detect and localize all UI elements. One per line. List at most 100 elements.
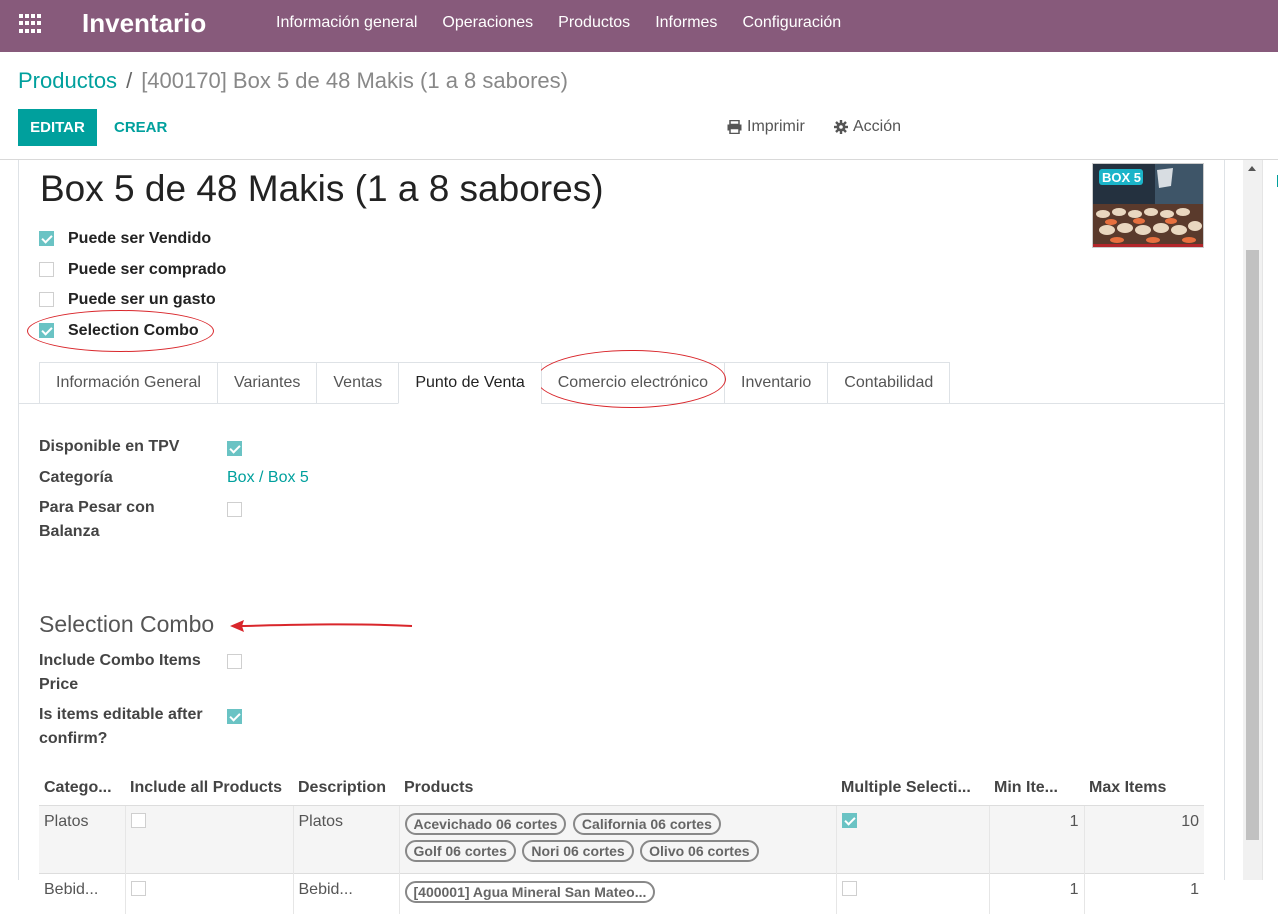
include-combo-price-label-line2: Price [39,676,79,693]
main-menu: Información general Operaciones Producto… [276,14,866,32]
items-editable-checkbox[interactable] [227,709,242,724]
product-image[interactable]: BOX 5 [1092,163,1204,248]
column-header-min-items[interactable]: Min Ite... [989,772,1084,806]
cell-description[interactable]: Platos [292,805,399,873]
cell-multiple-selection[interactable] [835,805,989,873]
create-button[interactable]: CREAR [103,109,178,146]
selection-combo-section-title: Selection Combo [39,611,215,637]
cell-include-all[interactable] [124,872,293,914]
menu-item-products[interactable]: Productos [558,14,630,32]
selection-combo-label: Selection Combo [68,321,199,339]
can-be-sold-label: Puede ser Vendido [68,229,212,247]
menu-item-reports[interactable]: Informes [655,14,717,32]
to-weigh-label-line2: Balanza [39,523,100,540]
product-tag[interactable]: California 06 cortes [572,812,721,835]
column-header-description[interactable]: Description [293,772,399,806]
can-be-expensed-checkbox[interactable] [39,292,54,307]
to-weigh-checkbox[interactable] [227,502,242,517]
chatter-panel-edge [1262,160,1278,880]
product-tag[interactable]: [400001] Agua Mineral San Mateo... [404,880,656,903]
tab-variants[interactable]: Variantes [216,362,317,404]
action-label: Acción [853,118,902,135]
product-tag[interactable]: Nori 06 cortes [522,839,634,862]
print-button[interactable]: Imprimir [727,118,805,136]
menu-item-general[interactable]: Información general [276,14,417,32]
breadcrumb-products-link[interactable]: Productos [18,68,117,94]
category-link[interactable]: Box / Box 5 [227,469,309,487]
cell-include-all[interactable] [124,805,293,873]
breadcrumb-current: [400170] Box 5 de 48 Makis (1 a 8 sabore… [141,68,568,93]
multiple-selection-checkbox[interactable] [841,812,857,828]
selection-combo-checkbox[interactable] [39,323,54,338]
category-label: Categoría [39,469,113,486]
tab-sales[interactable]: Ventas [316,362,399,404]
notebook-tabs: Información General Variantes Ventas Pun… [39,362,951,404]
scrollbar[interactable] [1243,160,1262,880]
tab-ecommerce[interactable]: Comercio electrónico [540,362,725,404]
top-navbar: Inventario Información general Operacion… [0,0,1278,52]
option-can-be-expensed: Puede ser un gasto [39,291,216,308]
menu-item-configuration[interactable]: Configuración [742,14,841,32]
app-name[interactable]: Inventario [82,8,206,39]
can-be-purchased-checkbox[interactable] [39,262,54,277]
annotation-arrow-icon [230,620,413,632]
include-all-checkbox[interactable] [130,812,146,828]
cell-products[interactable]: Acevichado 06 cortes California 06 corte… [398,805,836,873]
action-button[interactable]: Acción [834,118,901,136]
table-row[interactable]: Platos Platos Acevichado 06 cortes Calif… [39,805,1204,873]
tab-accounting[interactable]: Contabilidad [827,362,951,404]
include-combo-price-checkbox[interactable] [227,654,242,669]
available-in-pos-checkbox[interactable] [227,441,242,456]
items-editable-label-line2: confirm? [39,730,108,747]
cell-category[interactable]: Bebid... [39,872,125,914]
to-weigh-field [227,502,242,522]
cell-multiple-selection[interactable] [835,872,989,914]
cell-description[interactable]: Bebid... [292,872,399,914]
menu-item-operations[interactable]: Operaciones [442,14,533,32]
print-icon [727,120,742,134]
available-in-pos-label: Disponible en TPV [39,438,180,455]
scrollbar-thumb[interactable] [1246,250,1259,840]
gear-icon [834,120,848,134]
table-row[interactable]: Bebid... Bebid... [400001] Agua Mineral … [39,872,1204,914]
breadcrumb-separator: / [126,68,133,93]
scroll-up-arrow-icon[interactable] [1248,166,1256,171]
column-header-include-all[interactable]: Include all Products [125,772,293,806]
tab-inventory[interactable]: Inventario [724,362,828,404]
table-header-row: Catego... Include all Products Descripti… [39,772,1204,806]
combo-lines-table: Catego... Include all Products Descripti… [39,772,1204,914]
print-label: Imprimir [747,118,805,135]
cell-min-items[interactable]: 1 [988,872,1084,914]
can-be-purchased-label: Puede ser comprado [68,260,227,278]
cell-products[interactable]: [400001] Agua Mineral San Mateo... [398,872,836,914]
include-combo-price-label-line1: Include Combo Items [39,652,201,669]
column-header-multiple-selection[interactable]: Multiple Selecti... [836,772,989,806]
cell-category[interactable]: Platos [39,805,125,873]
product-tag[interactable]: Olivo 06 cortes [640,839,759,862]
column-header-products[interactable]: Products [399,772,836,806]
edit-button[interactable]: EDITAR [18,109,97,146]
option-can-be-purchased: Puede ser comprado [39,261,226,278]
items-editable-field [227,709,242,729]
cell-min-items[interactable]: 1 [988,805,1084,873]
tab-point-of-sale[interactable]: Punto de Venta [398,362,541,404]
option-selection-combo: Selection Combo [39,322,199,339]
product-tag[interactable]: Acevichado 06 cortes [404,812,567,835]
to-weigh-label-line1: Para Pesar con [39,499,155,516]
product-tag[interactable]: Golf 06 cortes [404,839,516,862]
apps-grid-icon[interactable] [19,14,41,34]
multiple-selection-checkbox[interactable] [841,880,857,896]
include-all-checkbox[interactable] [130,880,146,896]
can-be-expensed-label: Puede ser un gasto [68,290,216,308]
available-in-pos-field [227,441,242,461]
can-be-sold-checkbox[interactable] [39,231,54,246]
column-header-max-items[interactable]: Max Items [1084,772,1204,806]
tab-general-info[interactable]: Información General [39,362,217,404]
option-can-be-sold: Puede ser Vendido [39,230,211,247]
include-combo-price-field [227,654,242,674]
column-header-category[interactable]: Catego... [39,772,125,806]
items-editable-label-line1: Is items editable after [39,706,203,723]
cell-max-items[interactable]: 10 [1083,805,1204,873]
cell-max-items[interactable]: 1 [1083,872,1204,914]
breadcrumb: Productos / [400170] Box 5 de 48 Makis (… [18,68,568,94]
